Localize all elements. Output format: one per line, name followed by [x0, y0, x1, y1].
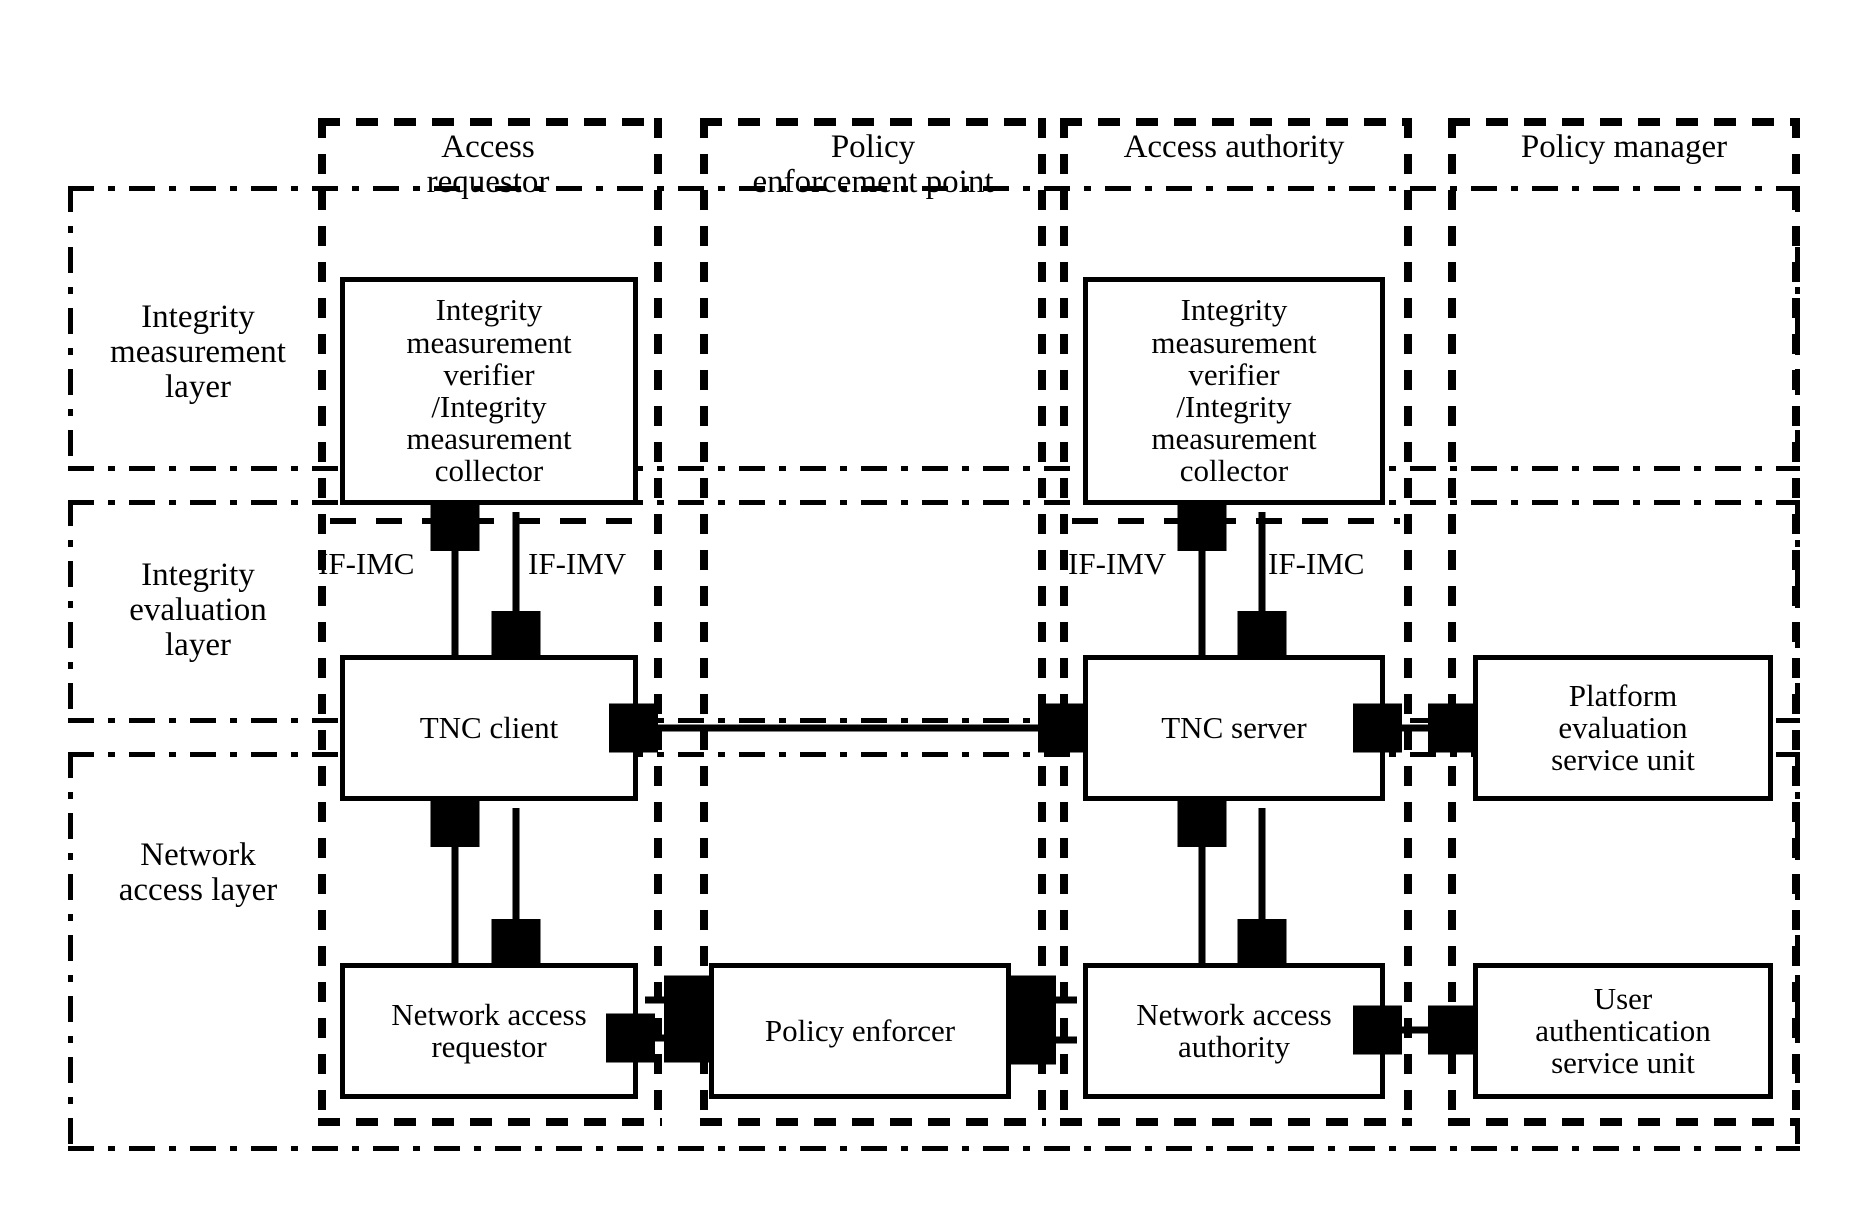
- diagram-canvas: Access requestor Policy enforcement poin…: [0, 0, 1857, 1221]
- connector-arrows: [0, 0, 1857, 1221]
